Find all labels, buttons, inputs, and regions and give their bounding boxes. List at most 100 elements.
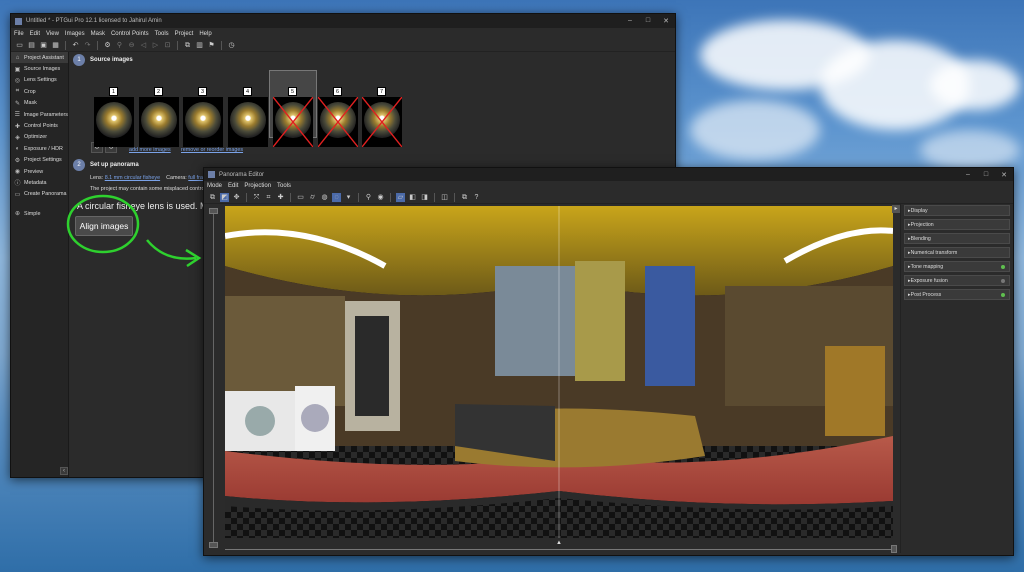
add-more-images-link[interactable]: add more images	[129, 147, 171, 153]
sidebar-item-exposure-hdr[interactable]: ◐ Exposure / HDR	[11, 143, 68, 154]
vertical-field-of-view-slider[interactable]	[208, 208, 220, 548]
close-button[interactable]: ✕	[657, 17, 675, 25]
sidebar-item-project-settings[interactable]: ⚙ Project Settings	[11, 155, 68, 166]
copy-icon[interactable]: ⧉	[208, 193, 217, 202]
sidebar-item-lens-settings[interactable]: ◎ Lens Settings	[11, 75, 68, 86]
panorama-preview[interactable]	[225, 206, 893, 538]
view-mode-3-icon[interactable]: ◨	[420, 193, 429, 202]
redo-icon[interactable]: ↷	[83, 41, 92, 50]
menu-file[interactable]: File	[14, 31, 24, 37]
help-icon[interactable]: ?	[472, 193, 481, 202]
undo-icon[interactable]: ↶	[71, 41, 80, 50]
sidebar-item-control-points[interactable]: ✚ Control Points	[11, 120, 68, 131]
rectangle-projection-icon[interactable]: ▭	[296, 193, 305, 202]
chevron-down-icon[interactable]: ▾	[344, 193, 353, 202]
zoom-icon[interactable]: ⚲	[364, 193, 373, 202]
new-project-icon[interactable]: ▭	[15, 41, 24, 50]
source-image-thumbnail[interactable]: 2	[139, 87, 179, 147]
panel-section-tone-mapping[interactable]: ▸ Tone mapping	[904, 261, 1010, 272]
crop-handles-icon[interactable]: ⌗	[264, 193, 273, 202]
maximize-button[interactable]: □	[639, 17, 657, 25]
pages-icon[interactable]: ⧉	[460, 193, 469, 202]
editor-minimize-button[interactable]: –	[959, 171, 977, 179]
collapse-sidebar-button[interactable]: ‹	[60, 467, 68, 475]
sidebar-item-metadata[interactable]: ⓘ Metadata	[11, 177, 68, 188]
menu-tools[interactable]: Tools	[155, 31, 169, 37]
location-icon[interactable]: ⚑	[207, 41, 216, 50]
horizontal-field-of-view-slider[interactable]: ▲	[225, 540, 897, 554]
sphere-projection-icon[interactable]: ◌	[332, 192, 341, 202]
source-image-thumbnail[interactable]: 5	[273, 87, 313, 147]
sidebar-item-project-assistant[interactable]: ⌂ Project Assistant	[11, 52, 68, 64]
history-icon[interactable]: ◷	[227, 41, 236, 50]
prev-icon[interactable]: ◁	[139, 41, 148, 50]
menu-mask[interactable]: Mask	[91, 31, 105, 37]
sidebar-item-create-panorama[interactable]: ▭ Create Panorama	[11, 189, 68, 200]
panel-section-blending[interactable]: ▸ Blending	[904, 233, 1010, 244]
fisheye-image	[318, 97, 358, 147]
optimizer-icon: ◈	[15, 134, 20, 141]
slider-bottom-handle[interactable]	[209, 542, 218, 548]
panel-section-numerical-transform[interactable]: ▸ Numerical transform	[904, 247, 1010, 258]
panel-section-label: Post Process	[910, 291, 942, 298]
slider-top-handle[interactable]	[209, 208, 218, 214]
panorama-editor-icon[interactable]: ⧉	[183, 41, 192, 50]
panel-section-display[interactable]: ▸ Display	[904, 205, 1010, 216]
fisheye-circle	[364, 102, 400, 138]
sidebar-item-mask[interactable]: ✎ Mask	[11, 98, 68, 109]
settings-icon[interactable]: ⚙	[103, 41, 112, 50]
zoom-out-icon[interactable]: ⊖	[127, 41, 136, 50]
menu-view[interactable]: View	[46, 31, 59, 37]
next-icon[interactable]: ▷	[151, 41, 160, 50]
slider-center-marker[interactable]: ▲	[556, 540, 562, 546]
cylinder-projection-icon[interactable]: ⌭	[308, 193, 317, 202]
edit-individual-icon[interactable]: ◩	[220, 192, 229, 202]
sidebar-item-simple[interactable]: ⊕ Simple	[11, 208, 68, 219]
eye-icon[interactable]: ◉	[376, 193, 385, 202]
show-images-icon[interactable]: ◫	[440, 193, 449, 202]
panel-section-projection[interactable]: ▸ Projection	[904, 219, 1010, 230]
editor-maximize-button[interactable]: □	[977, 171, 995, 179]
remove-reorder-images-link[interactable]: remove or reorder images	[181, 147, 243, 153]
source-image-thumbnail[interactable]: 7	[362, 87, 402, 147]
sidebar-item-preview[interactable]: ◉ Preview	[11, 166, 68, 177]
menu-control-points[interactable]: Control Points	[111, 31, 149, 37]
panel-collapse-button[interactable]: ▸	[892, 205, 900, 213]
minimize-button[interactable]: –	[621, 17, 639, 25]
view-mode-1-icon[interactable]: ▱	[396, 192, 405, 202]
sidebar-item-source-images[interactable]: ▣ Source Images	[11, 63, 68, 74]
menu-tools[interactable]: Tools	[277, 183, 291, 189]
source-image-thumbnail[interactable]: 3	[183, 87, 223, 147]
source-image-thumbnail[interactable]: 4	[228, 87, 268, 147]
panel-section-post-process[interactable]: ▸ Post Process	[904, 289, 1010, 300]
lens-value-link[interactable]: 8.1 mm circular fisheye	[105, 175, 160, 181]
view-mode-2-icon[interactable]: ◧	[408, 193, 417, 202]
center-point-icon[interactable]: ✚	[276, 193, 285, 202]
menu-mode[interactable]: Mode	[207, 183, 222, 189]
sidebar-item-image-parameters[interactable]: ☰ Image Parameters	[11, 109, 68, 120]
fit-icon[interactable]: ⊡	[163, 41, 172, 50]
sidebar-item-optimizer[interactable]: ◈ Optimizer	[11, 132, 68, 143]
fit-panorama-icon[interactable]: ⤧	[252, 193, 261, 202]
open-project-icon[interactable]: ▤	[27, 41, 36, 50]
sidebar-item-crop[interactable]: ⌗ Crop	[11, 86, 68, 97]
source-image-thumbnail[interactable]: 6	[318, 87, 358, 147]
globe-icon[interactable]: ◍	[320, 193, 329, 202]
menu-help[interactable]: Help	[199, 31, 211, 37]
menu-project[interactable]: Project	[175, 31, 194, 37]
batch-icon[interactable]: ▥	[195, 41, 204, 50]
menu-projection[interactable]: Projection	[244, 183, 271, 189]
zoom-icon[interactable]: ⚲	[115, 41, 124, 50]
slider-right-handle[interactable]	[891, 545, 897, 553]
move-icon[interactable]: ✥	[232, 193, 241, 202]
save-as-icon[interactable]: ▦	[51, 41, 60, 50]
editor-close-button[interactable]: ✕	[995, 171, 1013, 179]
align-images-button[interactable]: Align images	[75, 216, 133, 236]
status-dot	[1001, 265, 1005, 269]
menu-edit[interactable]: Edit	[228, 183, 238, 189]
panel-section-exposure-fusion[interactable]: ▸ Exposure fusion	[904, 275, 1010, 286]
source-image-thumbnail[interactable]: 1	[94, 87, 134, 147]
menu-edit[interactable]: Edit	[30, 31, 40, 37]
menu-images[interactable]: Images	[65, 31, 85, 37]
save-icon[interactable]: ▣	[39, 41, 48, 50]
